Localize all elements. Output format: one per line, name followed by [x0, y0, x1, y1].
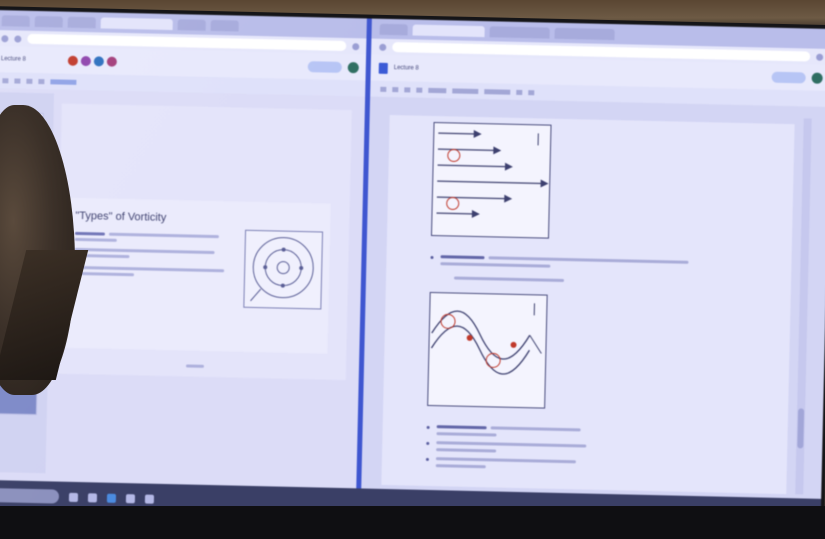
doc-text-line: [440, 262, 551, 268]
back-icon[interactable]: [1, 34, 9, 42]
page-indicator: [185, 364, 205, 368]
scroll-thumb[interactable]: [797, 408, 805, 449]
slide-canvas: "Types" of Vorticity: [55, 103, 352, 381]
circle-diagram: [250, 237, 314, 302]
doc-text-line: [490, 426, 581, 432]
wave-diagram: [430, 303, 542, 375]
slide-title: "Types" of Vorticity: [75, 209, 167, 224]
paint-format-icon[interactable]: [416, 87, 423, 93]
browser-tab[interactable]: [489, 25, 550, 39]
doc-title[interactable]: Lecture 8: [1, 56, 26, 63]
doc-title[interactable]: Lecture 8: [394, 65, 419, 72]
docs-window: Lecture 8: [361, 18, 825, 499]
windows-icon[interactable]: [87, 492, 98, 502]
avatar[interactable]: [67, 55, 79, 66]
share-button[interactable]: [771, 71, 806, 83]
undo-icon[interactable]: [380, 86, 387, 92]
slide-text-line: [74, 271, 135, 277]
star-icon[interactable]: [816, 53, 824, 61]
browser-tab-active[interactable]: [100, 16, 173, 30]
doc-text-line: [435, 464, 486, 469]
browser-tab[interactable]: [34, 15, 63, 28]
photo-scene: Lecture 8 "Types" of Vorticity Lecture 8: [0, 0, 825, 539]
doc-text-line: [436, 432, 497, 437]
italic-icon[interactable]: [528, 89, 535, 95]
print-icon[interactable]: [404, 86, 411, 92]
avatar[interactable]: [106, 56, 118, 67]
font-select[interactable]: [484, 88, 511, 95]
print-icon[interactable]: [26, 78, 33, 84]
avatar-icon[interactable]: [811, 72, 823, 84]
bullet: [430, 255, 434, 260]
slide-text-line: [74, 247, 215, 255]
chrome-icon[interactable]: [144, 494, 155, 504]
desk-edge: [0, 506, 825, 539]
file-explorer-icon[interactable]: [125, 493, 136, 503]
browser-tab-active[interactable]: [412, 24, 485, 37]
shear-arrows-diagram: [436, 129, 549, 218]
style-select[interactable]: [452, 87, 479, 94]
slideshow-button[interactable]: [307, 60, 342, 73]
search-input[interactable]: [0, 488, 60, 504]
avatar[interactable]: [80, 55, 92, 67]
browser-tab[interactable]: [177, 18, 206, 31]
doc-text-line: [435, 457, 576, 464]
shear-figure: [430, 122, 552, 239]
slide-text-line: [74, 231, 105, 236]
undo-icon[interactable]: [2, 77, 9, 83]
doc-text-line: [436, 425, 487, 430]
browser-tab[interactable]: [67, 16, 96, 28]
zoom-icon[interactable]: [38, 78, 45, 84]
browser-tab[interactable]: [379, 23, 408, 35]
doc-scrollbar[interactable]: [795, 118, 812, 495]
redo-icon[interactable]: [14, 77, 21, 84]
back-icon[interactable]: [379, 43, 387, 51]
doc-text-line: [488, 256, 689, 264]
docs-logo-icon: [378, 62, 388, 74]
avatar[interactable]: [93, 56, 105, 67]
doc-text-line: [436, 441, 587, 448]
monitor-screen: Lecture 8 "Types" of Vorticity Lecture 8: [0, 10, 825, 529]
browser-tab[interactable]: [210, 19, 239, 32]
view-only-badge[interactable]: [50, 78, 77, 85]
doc-text-line: [454, 276, 565, 283]
bullet: [425, 457, 429, 461]
collaborator-avatars: [67, 55, 118, 67]
slide-text-line: [74, 265, 225, 273]
avatar-icon[interactable]: [347, 61, 359, 73]
browser-tab[interactable]: [1, 14, 30, 27]
reload-icon[interactable]: [14, 34, 22, 43]
star-icon[interactable]: [352, 42, 360, 50]
bullet: [426, 441, 430, 445]
zoom-select[interactable]: [428, 87, 447, 93]
vorticity-figure: [243, 229, 324, 310]
bold-icon[interactable]: [516, 89, 523, 95]
doc-page[interactable]: [381, 115, 795, 495]
slide-text-line: [74, 237, 117, 242]
search-icon[interactable]: [68, 492, 79, 502]
edge-icon[interactable]: [106, 493, 117, 503]
doc-text-line: [440, 255, 485, 260]
slide-text-line: [108, 232, 219, 239]
current-slide[interactable]: "Types" of Vorticity: [62, 197, 331, 354]
bullet: [426, 425, 430, 429]
doc-text-line: [436, 448, 497, 453]
redo-icon[interactable]: [392, 86, 399, 92]
curvature-figure: [427, 291, 548, 409]
browser-tab[interactable]: [554, 27, 615, 40]
